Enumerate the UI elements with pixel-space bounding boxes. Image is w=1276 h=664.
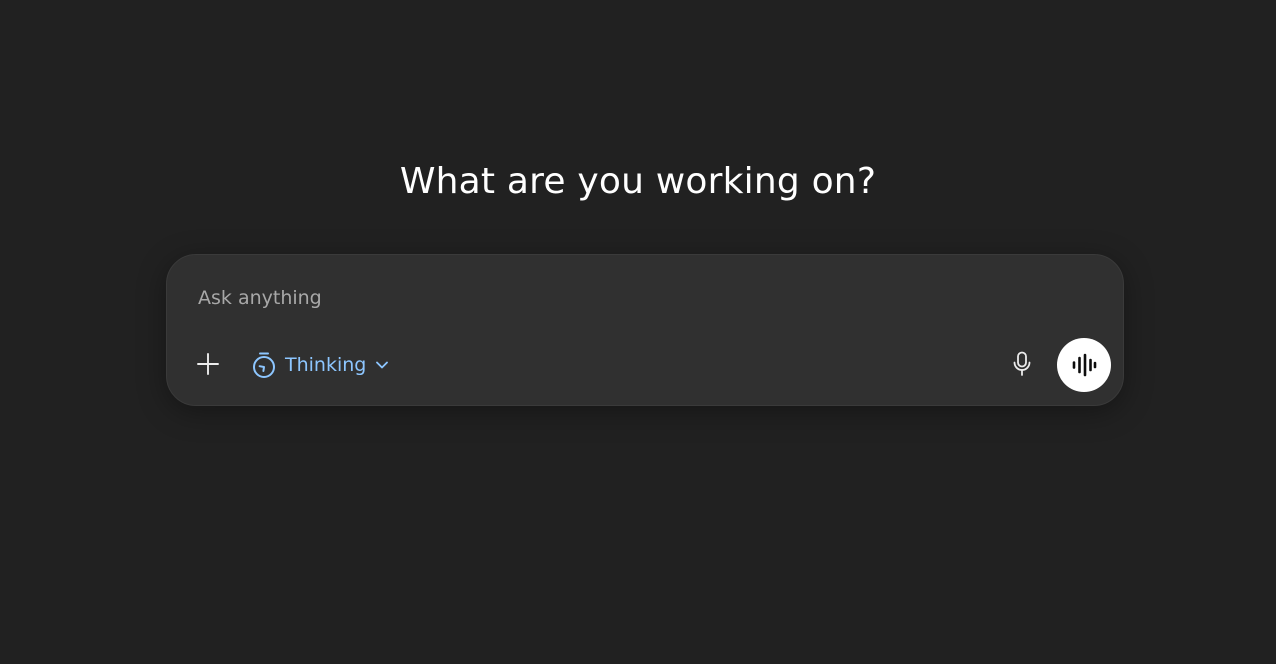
voice-mode-button[interactable] [1057,338,1111,392]
chevron-down-icon [374,357,390,373]
timer-icon [251,351,277,379]
dictate-button[interactable] [1003,345,1041,383]
microphone-icon [1011,351,1033,377]
thinking-mode-button[interactable]: Thinking [245,347,396,383]
composer: Thinking [166,254,1124,406]
plus-icon [196,352,220,376]
thinking-mode-label: Thinking [285,354,367,376]
voice-waveform-icon [1071,353,1097,377]
add-attachment-button[interactable] [189,345,227,383]
prompt-input[interactable] [198,281,1078,315]
page-heading: What are you working on? [399,161,877,203]
